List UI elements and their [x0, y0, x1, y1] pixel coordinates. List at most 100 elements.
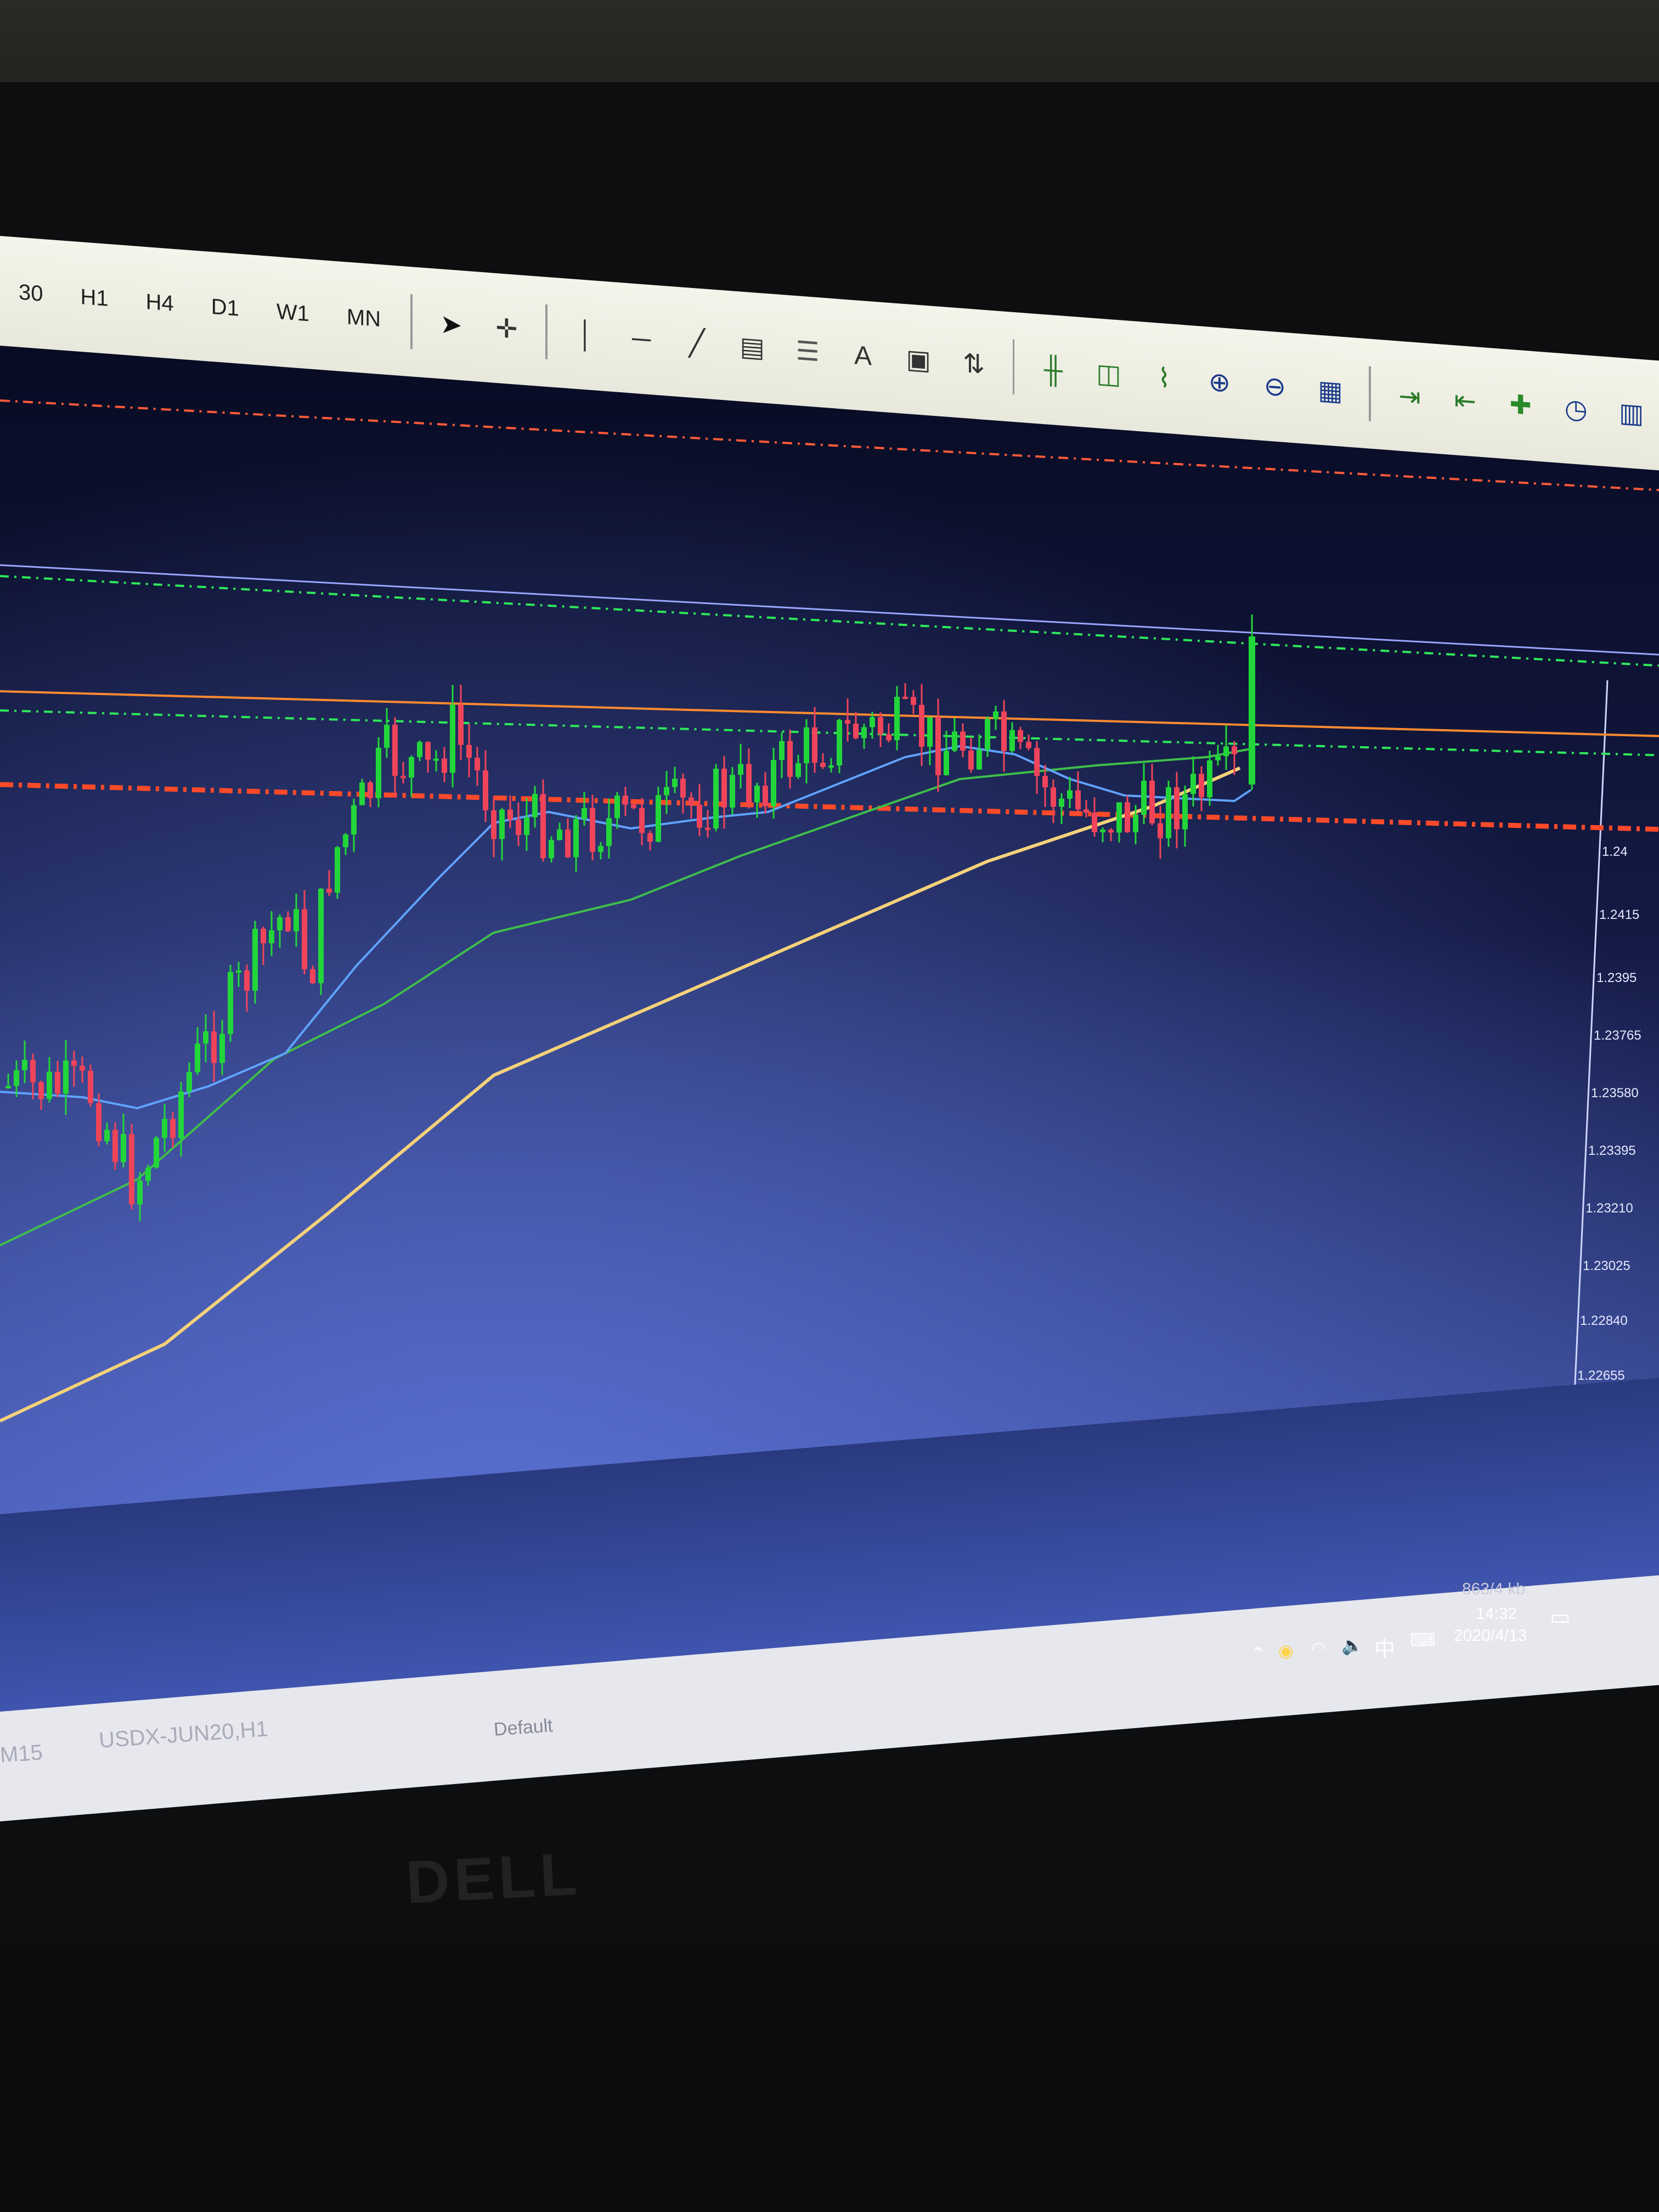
- candle-up: [219, 1034, 225, 1063]
- candlestick-icon[interactable]: ◫: [1088, 351, 1128, 397]
- candle-down: [302, 909, 307, 969]
- trendline-icon[interactable]: ╱: [677, 320, 717, 366]
- candle-up: [549, 840, 554, 859]
- price-tick-label: 1.23395: [1588, 1143, 1636, 1158]
- tray-volume-icon[interactable]: 🔈: [1341, 1635, 1363, 1656]
- candle-down: [400, 776, 406, 778]
- tray-keyboard-icon[interactable]: ⌨: [1410, 1629, 1435, 1650]
- candle-down: [475, 758, 480, 771]
- candle-up: [894, 697, 900, 741]
- bar-chart-icon[interactable]: ╫: [1033, 347, 1073, 393]
- candle-up: [277, 917, 283, 930]
- zoom-out-icon[interactable]: ⊖: [1255, 364, 1295, 409]
- timeframe-mn[interactable]: MN: [328, 303, 399, 333]
- candle-down: [886, 734, 891, 741]
- candle-down: [38, 1082, 44, 1099]
- tray-date[interactable]: 2020/4/13: [1454, 1627, 1527, 1645]
- candle-down: [911, 697, 916, 705]
- price-tick-label: 1.2395: [1596, 970, 1637, 985]
- candle-down: [71, 1060, 77, 1066]
- candle-up: [927, 717, 933, 747]
- candle-up: [598, 846, 603, 852]
- candle-down: [1001, 711, 1007, 751]
- arrows-icon[interactable]: ⇅: [954, 341, 994, 387]
- candle-up: [22, 1059, 27, 1070]
- toolbar-separator: [1012, 339, 1015, 395]
- candle-up: [993, 711, 998, 719]
- timeframe-d1[interactable]: D1: [193, 293, 258, 323]
- candle-up: [606, 818, 612, 847]
- candle-down: [919, 704, 924, 747]
- candle-up: [754, 786, 760, 803]
- text-label-icon[interactable]: ▣: [899, 337, 939, 382]
- vertical-line-icon[interactable]: │: [566, 312, 606, 358]
- text-tool-icon[interactable]: A: [843, 333, 883, 379]
- candle-up: [359, 782, 365, 805]
- candle-up: [524, 817, 529, 836]
- indicators-icon[interactable]: ✚: [1500, 382, 1541, 428]
- zoom-in-icon[interactable]: ⊕: [1199, 359, 1239, 405]
- candle-up: [795, 763, 801, 777]
- tray-network-icon[interactable]: ◉: [1278, 1640, 1294, 1661]
- periods-icon[interactable]: ◷: [1556, 386, 1596, 432]
- price-tick-label: 1.22840: [1580, 1313, 1628, 1328]
- chart-tab-prev[interactable]: M15: [0, 1740, 43, 1768]
- candle-down: [1125, 802, 1130, 832]
- candle-up: [228, 972, 233, 1034]
- candle-up: [343, 834, 348, 848]
- candle-up: [63, 1060, 69, 1094]
- cursor-icon[interactable]: ➤: [431, 302, 471, 347]
- candle-down: [1034, 748, 1040, 776]
- candle-down: [425, 742, 431, 760]
- tray-chevron-icon[interactable]: ⌃: [1251, 1643, 1266, 1664]
- candle-up: [977, 749, 982, 770]
- candle-up: [656, 795, 661, 842]
- tray-wifi-icon[interactable]: ◠: [1311, 1638, 1327, 1658]
- candle-up: [203, 1031, 208, 1044]
- candle-up: [1116, 802, 1122, 833]
- candle-down: [631, 804, 636, 808]
- candle-down: [261, 928, 266, 944]
- timeframe-w1[interactable]: W1: [258, 298, 328, 328]
- timeframe-h4[interactable]: H4: [127, 288, 193, 318]
- candle-down: [623, 795, 628, 805]
- candle-down: [1042, 776, 1048, 788]
- candle-up: [121, 1134, 126, 1163]
- candle-down: [368, 782, 373, 798]
- candle-down: [647, 833, 653, 842]
- timeframe-m30[interactable]: 30: [0, 279, 62, 308]
- candle-up: [5, 1086, 11, 1088]
- horizontal-line-icon[interactable]: ─: [622, 316, 662, 362]
- candle-up: [1249, 636, 1255, 785]
- candle-up: [351, 805, 357, 835]
- price-tick-label: 1.24: [1602, 844, 1628, 859]
- candle-up: [738, 764, 743, 775]
- candle-up: [1100, 830, 1105, 832]
- candle-down: [1051, 787, 1056, 807]
- candle-up: [1133, 815, 1138, 832]
- candle-down: [1158, 823, 1163, 838]
- candle-down: [721, 769, 727, 808]
- notification-icon[interactable]: ▭: [1550, 1605, 1571, 1630]
- crosshair-icon[interactable]: ✛: [487, 306, 527, 352]
- tray-ime-label[interactable]: 中: [1374, 1632, 1395, 1662]
- candle-up: [376, 748, 381, 798]
- candle-up: [1141, 781, 1147, 815]
- tile-windows-icon[interactable]: ▦: [1310, 368, 1350, 414]
- candle-down: [310, 969, 315, 984]
- autoscroll-icon[interactable]: ⇥: [1390, 374, 1430, 419]
- timeframe-h1[interactable]: H1: [62, 283, 127, 313]
- candle-down: [1075, 790, 1081, 810]
- candle-up: [187, 1072, 192, 1092]
- fibonacci-icon[interactable]: ☰: [788, 329, 828, 374]
- channel-icon[interactable]: ▤: [732, 324, 772, 370]
- templates-icon[interactable]: ▥: [1611, 391, 1651, 436]
- chart-shift-icon[interactable]: ⇤: [1445, 378, 1485, 424]
- line-chart-icon[interactable]: ⌇: [1144, 356, 1184, 401]
- profile-label: Default: [493, 1715, 554, 1740]
- candle-down: [1084, 809, 1089, 813]
- price-tick-label: 1.23765: [1594, 1028, 1641, 1043]
- tray-time[interactable]: 14:32: [1476, 1605, 1517, 1623]
- candle-up: [1207, 760, 1212, 798]
- candle-up: [294, 909, 299, 932]
